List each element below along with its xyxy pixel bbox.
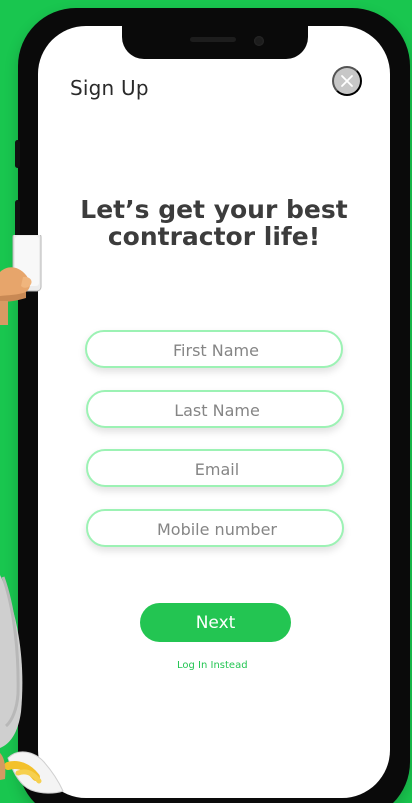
mobile-number-field[interactable] <box>86 509 346 547</box>
last-name-field[interactable] <box>86 390 346 428</box>
headline-line-2: contractor life! <box>107 222 321 251</box>
page-title: Sign Up <box>70 76 149 100</box>
email-input[interactable] <box>88 451 346 487</box>
camera-icon <box>254 36 264 46</box>
headline: Let’s get your best contractor life! <box>75 196 353 250</box>
speaker-grille <box>190 37 236 42</box>
next-button[interactable]: Next <box>140 603 291 642</box>
last-name-input[interactable] <box>88 392 346 428</box>
headline-line-1: Let’s get your best <box>80 195 348 224</box>
email-field[interactable] <box>86 449 346 487</box>
close-button[interactable] <box>332 66 362 96</box>
mobile-number-input[interactable] <box>88 511 346 547</box>
phone-side-button <box>15 200 20 256</box>
login-instead-link[interactable]: Log In Instead <box>177 660 248 671</box>
phone-notch <box>122 26 308 59</box>
page-background: Sign Up Let’s get your best contractor l… <box>0 0 412 803</box>
first-name-input[interactable] <box>87 332 345 368</box>
first-name-field[interactable] <box>85 330 345 368</box>
close-icon <box>341 75 353 87</box>
phone-side-button <box>15 140 20 168</box>
